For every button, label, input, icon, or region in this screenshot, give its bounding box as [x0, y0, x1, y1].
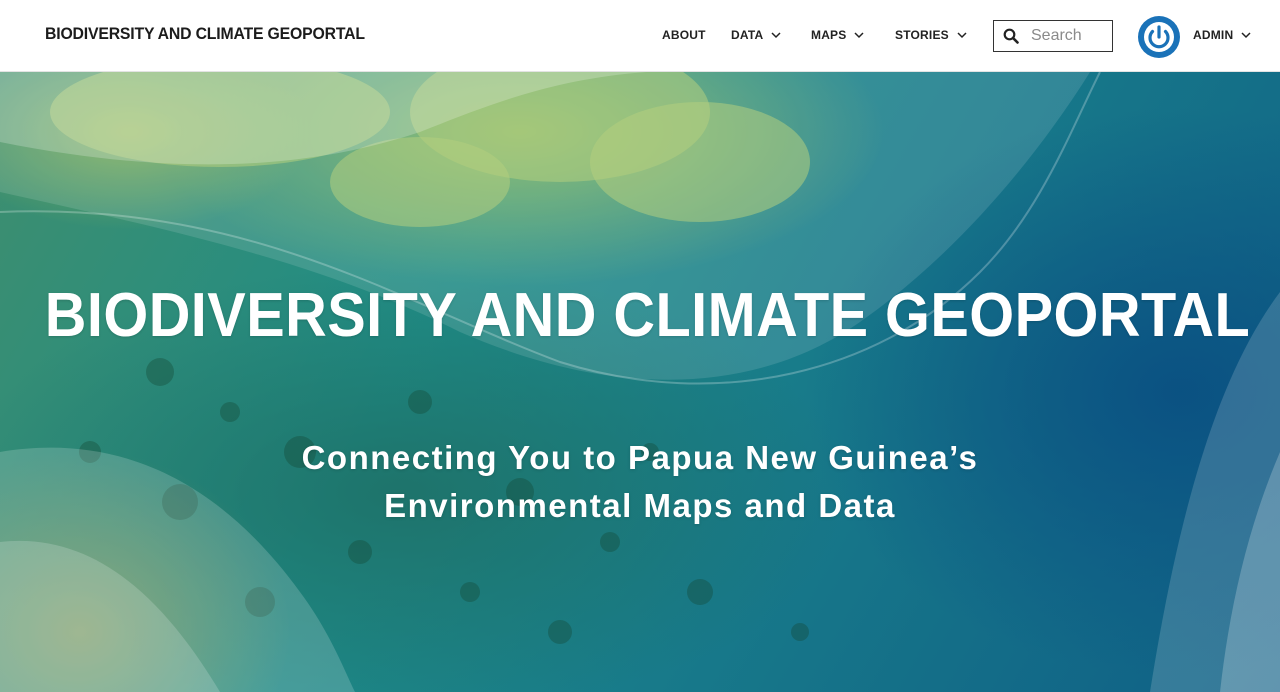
hero-subtitle-line-1: Connecting You to Papua New Guinea’s [301, 439, 979, 476]
hero-title: BIODIVERSITY AND CLIMATE GEOPORTAL [44, 281, 1251, 350]
site-title-link[interactable]: BIODIVERSITY AND CLIMATE GEOPORTAL [45, 24, 365, 44]
chevron-down-icon [771, 32, 781, 39]
chevron-down-icon [854, 32, 865, 39]
chevron-down-icon [957, 32, 967, 39]
nav-data-dropdown[interactable]: DATA [731, 28, 781, 42]
nav-stories-dropdown[interactable]: STORIES [895, 28, 967, 42]
nav-stories-label: STORIES [895, 28, 949, 42]
hero-subtitle: Connecting You to Papua New Guinea’s Env… [240, 434, 1040, 530]
hero-background-waves [0, 72, 1280, 692]
chevron-down-icon [1241, 32, 1251, 39]
search-box [993, 20, 1113, 52]
user-menu-label: ADMIN [1193, 28, 1234, 42]
nav-maps-label: MAPS [811, 28, 847, 42]
user-menu-dropdown[interactable]: ADMIN [1193, 28, 1251, 42]
nav-data-label: DATA [731, 28, 764, 42]
hero-subtitle-line-2: Environmental Maps and Data [384, 487, 896, 524]
search-icon[interactable] [1003, 28, 1019, 44]
hero-banner: BIODIVERSITY AND CLIMATE GEOPORTAL Conne… [0, 72, 1280, 692]
top-navigation-bar: BIODIVERSITY AND CLIMATE GEOPORTAL ABOUT… [0, 0, 1280, 72]
nav-about-label: ABOUT [662, 28, 706, 42]
nav-maps-dropdown[interactable]: MAPS [811, 28, 865, 42]
search-input[interactable] [1031, 27, 1111, 45]
nav-about[interactable]: ABOUT [662, 28, 706, 42]
user-avatar-power-icon[interactable] [1138, 16, 1180, 58]
